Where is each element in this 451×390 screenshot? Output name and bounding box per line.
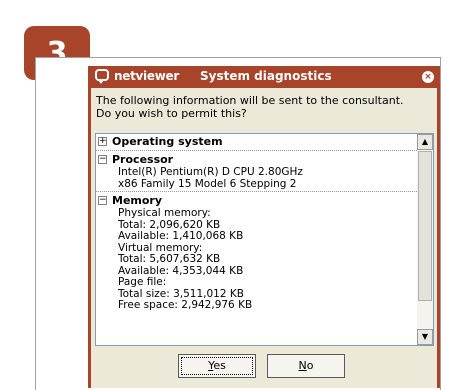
- detail-line: Page file:: [118, 276, 167, 288]
- collapse-icon[interactable]: −: [98, 196, 107, 205]
- section-header-processor[interactable]: − Processor: [96, 152, 417, 167]
- title-bar: netviewer System diagnostics ×: [88, 66, 440, 88]
- no-label: o: [306, 359, 314, 372]
- intro-line-1: The following information will be sent t…: [96, 94, 404, 107]
- no-button[interactable]: No: [267, 354, 345, 378]
- yes-label: es: [213, 359, 226, 372]
- scroll-down-arrow-icon[interactable]: ▼: [417, 329, 433, 345]
- detail-line: Physical memory:: [118, 207, 211, 219]
- collapse-icon[interactable]: −: [98, 155, 107, 164]
- intro-line-2: Do you wish to permit this?: [96, 107, 247, 120]
- section-operating-system: + Operating system: [96, 134, 417, 151]
- scroll-up-arrow-icon[interactable]: ▲: [417, 134, 433, 150]
- close-icon[interactable]: ×: [422, 71, 434, 83]
- yes-button[interactable]: Yes: [178, 354, 256, 378]
- app-logo: netviewer: [114, 69, 179, 83]
- section-header-operating-system[interactable]: + Operating system: [96, 134, 417, 149]
- section-memory: − Memory Physical memory: Total: 2,096,6…: [96, 193, 417, 312]
- divider: [96, 150, 417, 151]
- section-title: Processor: [112, 153, 174, 166]
- section-header-memory[interactable]: − Memory: [96, 193, 417, 208]
- scrollbar-thumb[interactable]: [418, 151, 432, 301]
- expand-icon[interactable]: +: [98, 137, 107, 146]
- divider: [96, 191, 417, 192]
- intro-text: The following information will be sent t…: [96, 94, 404, 120]
- section-title: Memory: [112, 194, 163, 207]
- detail-line: Intel(R) Pentium(R) D CPU 2.80GHz: [118, 166, 303, 178]
- no-mnemonic: N: [298, 359, 307, 372]
- section-details: Physical memory: Total: 2,096,620 KB Ava…: [96, 207, 417, 312]
- section-processor: − Processor Intel(R) Pentium(R) D CPU 2.…: [96, 152, 417, 192]
- speech-bubble-icon: [95, 69, 109, 84]
- detail-line: Total: 5,607,632 KB: [118, 253, 221, 265]
- detail-line: Free space: 2,942,976 KB: [118, 299, 253, 311]
- detail-line: Available: 1,410,068 KB: [118, 230, 244, 242]
- section-details: Intel(R) Pentium(R) D CPU 2.80GHz x86 Fa…: [96, 166, 417, 190]
- diagnostics-content: + Operating system − Processor Intel(R) …: [96, 134, 417, 345]
- vertical-scrollbar[interactable]: ▲ ▼: [417, 134, 433, 345]
- diagnostics-list[interactable]: + Operating system − Processor Intel(R) …: [95, 133, 434, 346]
- detail-line: x86 Family 15 Model 6 Stepping 2: [118, 177, 297, 190]
- dialog-body: The following information will be sent t…: [91, 88, 437, 388]
- section-title: Operating system: [112, 135, 223, 148]
- dialog-title: System diagnostics: [200, 69, 332, 83]
- system-diagnostics-dialog: netviewer System diagnostics × The follo…: [88, 66, 440, 388]
